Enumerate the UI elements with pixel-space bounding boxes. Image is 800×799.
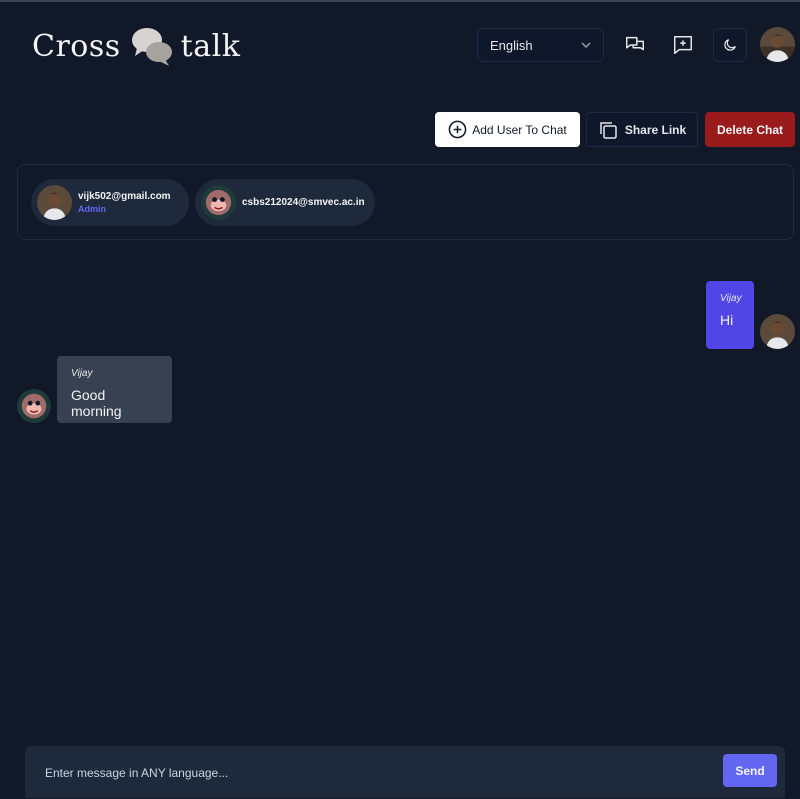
message-sender: Vijay — [71, 368, 93, 379]
add-user-button[interactable]: Add User To Chat — [435, 112, 580, 147]
user-avatar[interactable] — [760, 27, 795, 62]
send-button[interactable]: Send — [723, 754, 777, 787]
message-input[interactable] — [43, 761, 707, 785]
chats-button[interactable] — [618, 28, 652, 62]
chevron-down-icon — [581, 42, 591, 48]
logo-text-right: talk — [180, 28, 241, 64]
copy-icon — [600, 121, 617, 139]
member-chip[interactable]: vijk502@gmail.com Admin — [31, 179, 189, 226]
app-logo[interactable]: Cross talk — [32, 22, 240, 70]
theme-toggle-button[interactable] — [713, 28, 747, 62]
delete-chat-label: Delete Chat — [716, 122, 784, 137]
user-photo-icon — [760, 314, 795, 349]
plus-circle-icon — [448, 120, 467, 139]
send-label: Send — [735, 763, 765, 778]
monkey-avatar-icon — [17, 389, 51, 423]
moon-icon — [724, 39, 736, 51]
message-text: Good morning — [71, 387, 122, 419]
user-photo-icon — [37, 185, 72, 220]
share-link-button[interactable]: Share Link — [586, 112, 698, 147]
new-chat-icon — [674, 36, 692, 54]
user-photo-icon — [760, 27, 795, 62]
speech-bubbles-icon — [131, 28, 172, 66]
member-email: csbs212024@smvec.ac.in — [242, 197, 365, 208]
member-avatar — [201, 185, 236, 220]
message-sender: Vijay — [720, 293, 742, 304]
member-email: vijk502@gmail.com — [78, 191, 171, 202]
new-chat-button[interactable] — [666, 28, 700, 62]
member-role-badge: Admin — [78, 204, 106, 214]
chats-icon — [626, 36, 644, 51]
monkey-avatar-icon — [201, 185, 236, 220]
logo-text-left: Cross — [32, 28, 121, 64]
language-selected-value: English — [490, 37, 533, 53]
chat-members-panel: vijk502@gmail.com Admin csbs212024@smvec… — [17, 164, 794, 240]
message-avatar — [760, 314, 795, 349]
add-user-label: Add User To Chat — [472, 122, 567, 137]
message-text: Hi — [720, 312, 734, 328]
language-select[interactable]: English — [477, 28, 604, 62]
window-top-border — [0, 0, 800, 2]
message-avatar — [17, 389, 51, 423]
message-outgoing: Vijay Hi — [706, 281, 754, 349]
member-avatar — [37, 185, 72, 220]
message-incoming: Vijay Good morning — [57, 356, 172, 423]
delete-chat-button[interactable]: Delete Chat — [705, 112, 795, 147]
member-chip[interactable]: csbs212024@smvec.ac.in — [195, 179, 375, 226]
share-link-label: Share Link — [624, 122, 687, 137]
message-composer: Send — [25, 746, 785, 798]
